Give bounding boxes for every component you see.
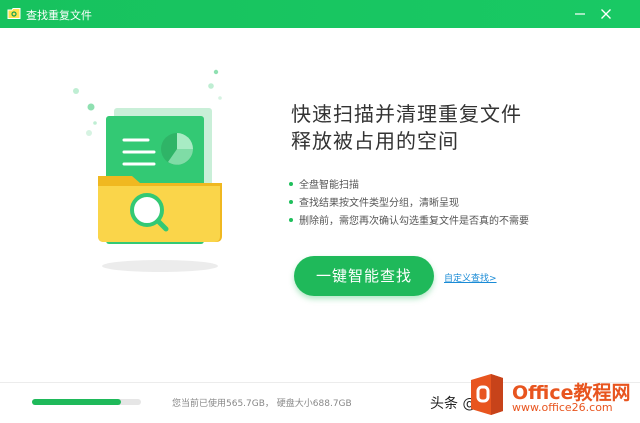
disk-usage-fill [32,399,122,405]
feature-list: 全盘智能扫描 查找结果按文件类型分组，清晰呈现 删除前，需您再次确认勾选重复文件… [289,177,529,231]
list-item: 全盘智能扫描 [289,177,529,195]
close-icon [601,9,611,19]
feature-text: 查找结果按文件类型分组，清晰呈现 [299,198,459,209]
headline-line-2: 释放被占用的空间 [291,129,459,153]
feature-text: 删除前，需您再次确认勾选重复文件是否真的不需要 [299,216,529,227]
headline-line-1: 快速扫描并清理重复文件 [291,102,522,126]
watermark-url: www.office26.com [512,401,613,414]
bullet-icon [289,182,293,186]
list-item: 删除前，需您再次确认勾选重复文件是否真的不需要 [289,213,529,231]
feature-text: 全盘智能扫描 [299,180,359,191]
bullet-icon [289,218,293,222]
minimize-icon [575,13,585,15]
disk-usage-bar [32,399,141,405]
office-logo-icon [471,374,503,415]
minimize-button[interactable] [570,4,590,24]
disk-usage-text: 您当前已使用565.7GB， 硬盘大小688.7GB [172,399,352,409]
window-title: 查找重复文件 [26,9,92,22]
custom-scan-link[interactable]: 自定义查找> [444,271,497,284]
headline: 快速扫描并清理重复文件 释放被占用的空间 [291,101,522,155]
list-item: 查找结果按文件类型分组，清晰呈现 [289,195,529,213]
app-logo-icon [7,8,21,19]
title-bar: 查找重复文件 [0,0,640,28]
close-button[interactable] [596,4,616,24]
smart-scan-button[interactable]: 一键智能查找 [294,256,434,296]
duplicate-files-illustration [73,69,222,272]
bullet-icon [289,200,293,204]
